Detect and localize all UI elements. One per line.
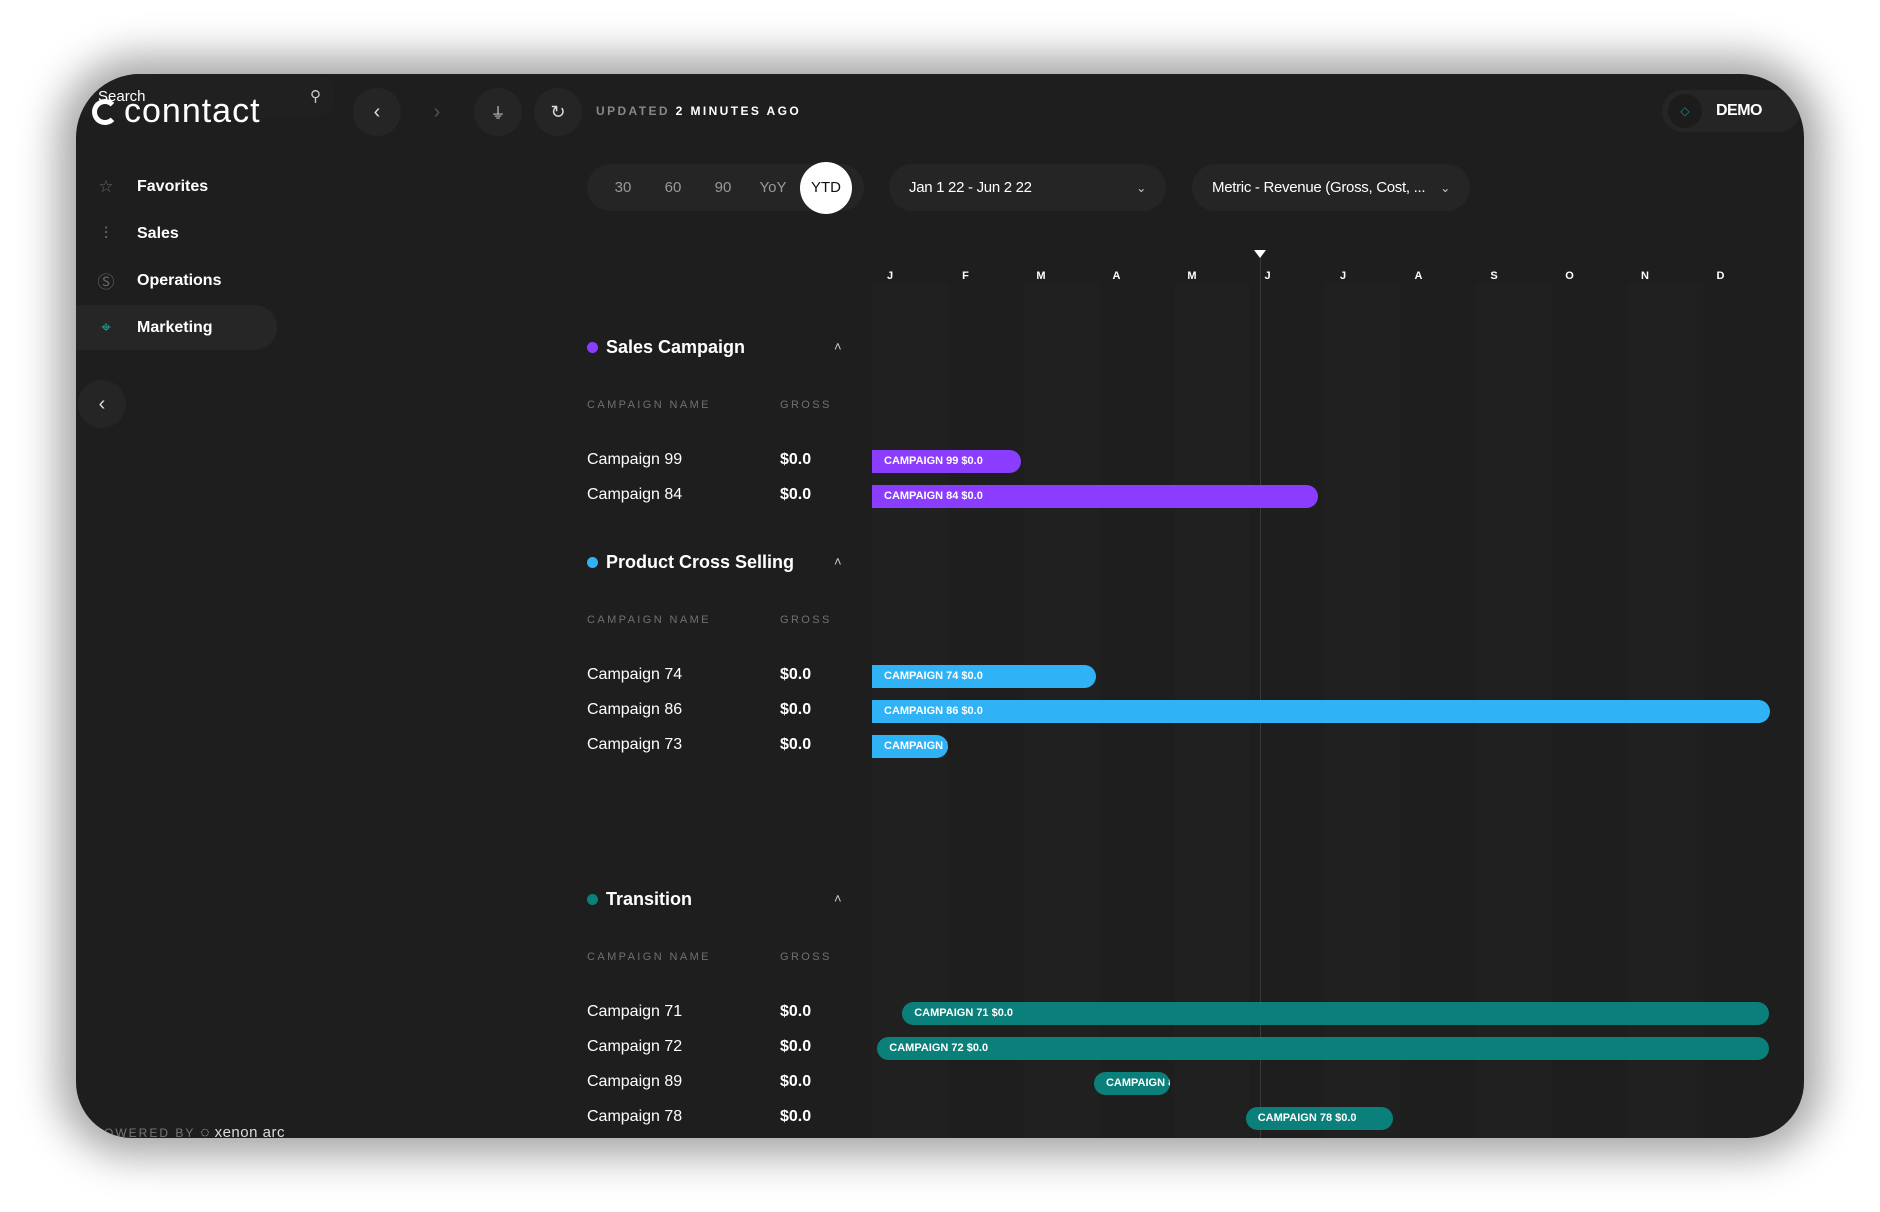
logo-mark-icon bbox=[92, 98, 118, 125]
month-label: N bbox=[1641, 270, 1649, 282]
month-label: J bbox=[1264, 270, 1271, 282]
campaign-bar[interactable]: CAMPAIGN 86 $0.0 bbox=[872, 700, 1771, 723]
logo-text: conntact bbox=[124, 92, 261, 130]
metric-value: Metric - Revenue (Gross, Cost, ... bbox=[1212, 179, 1426, 196]
campaign-name[interactable]: Campaign 86 bbox=[587, 701, 682, 719]
column-header-name: CAMPAIGN NAME bbox=[587, 614, 711, 626]
campaign-name[interactable]: Campaign 74 bbox=[587, 666, 682, 684]
campaign-name[interactable]: Campaign 73 bbox=[587, 736, 682, 754]
sidebar-item-label: Favorites bbox=[137, 177, 209, 195]
search-icon: ⚲ bbox=[310, 88, 321, 105]
chevron-down-icon: ⌄ bbox=[1440, 180, 1450, 195]
date-range-dropdown[interactable]: Jan 1 22 - Jun 2 22 ⌄ bbox=[889, 164, 1166, 211]
month-label: M bbox=[1187, 270, 1197, 282]
section-title: Transition bbox=[587, 889, 692, 910]
chevron-down-icon: ⌄ bbox=[1136, 180, 1146, 195]
campaign-bar[interactable]: CAMPAIGN 72 $0.0 bbox=[877, 1037, 1769, 1060]
column-header-gross: GROSS bbox=[780, 399, 832, 411]
date-range-value: Jan 1 22 - Jun 2 22 bbox=[909, 179, 1032, 196]
period-option-60[interactable]: 60 bbox=[648, 179, 698, 196]
target-icon: ⌖ bbox=[101, 317, 111, 337]
campaign-gross: $0.0 bbox=[780, 1073, 812, 1090]
sidebar-item-sales[interactable]: ⫶ Sales bbox=[76, 211, 277, 256]
logo: conntact bbox=[92, 92, 261, 131]
month-label: J bbox=[886, 270, 894, 282]
campaign-bar[interactable]: CAMPAIGN 71 $0.0 bbox=[902, 1002, 1769, 1025]
chevron-up-icon[interactable]: ˄ bbox=[834, 891, 842, 906]
filter-icon[interactable]: ⏚ bbox=[474, 88, 522, 136]
campaign-bar[interactable]: CAMPAIGN 84 $0.0 bbox=[872, 485, 1319, 508]
campaign-bar[interactable]: CAMPAIGN 89 $0.0 bbox=[1093, 1072, 1171, 1095]
campaign-gross: $0.0 bbox=[780, 451, 812, 468]
section-title-text: Transition bbox=[606, 889, 693, 909]
section-color-dot bbox=[587, 894, 598, 905]
month-label: D bbox=[1716, 270, 1725, 282]
metric-dropdown[interactable]: Metric - Revenue (Gross, Cost, ... ⌄ bbox=[1192, 164, 1470, 211]
sidebar-item-label: Sales bbox=[137, 224, 179, 242]
period-option-yoy[interactable]: YoY bbox=[748, 179, 798, 196]
campaign-name[interactable]: Campaign 72 bbox=[587, 1038, 682, 1056]
section-color-dot bbox=[587, 557, 598, 568]
forward-button[interactable]: › bbox=[413, 88, 461, 136]
section-title: Product Cross Selling bbox=[587, 552, 794, 573]
period-option-90[interactable]: 90 bbox=[698, 179, 748, 196]
period-selector: 30 60 90 YoY YTD bbox=[587, 161, 864, 214]
account-avatar: ◇ bbox=[1668, 94, 1702, 128]
campaign-name[interactable]: Campaign 84 bbox=[587, 486, 682, 504]
section-title-text: Sales Campaign bbox=[606, 337, 746, 357]
campaign-bar[interactable]: CAMPAIGN 74 $0.0 bbox=[872, 665, 1097, 688]
column-header-name: CAMPAIGN NAME bbox=[587, 399, 711, 411]
month-label: J bbox=[1339, 270, 1347, 282]
section-title-text: Product Cross Selling bbox=[606, 552, 795, 572]
campaign-name[interactable]: Campaign 78 bbox=[587, 1108, 682, 1126]
bar-chart-icon: ⫶ bbox=[103, 223, 109, 243]
month-label: F bbox=[962, 270, 969, 282]
sidebar-item-label: Marketing bbox=[137, 318, 213, 336]
account-name: DEMO bbox=[1716, 102, 1763, 119]
month-label: A bbox=[1414, 270, 1423, 282]
column-header-gross: GROSS bbox=[780, 614, 832, 626]
month-label: S bbox=[1490, 270, 1498, 282]
month-label: M bbox=[1036, 270, 1046, 282]
campaign-bar[interactable]: CAMPAIGN 73 $0.0 bbox=[872, 735, 948, 758]
column-header-name: CAMPAIGN NAME bbox=[587, 951, 711, 963]
campaign-gross: $0.0 bbox=[780, 701, 812, 718]
campaign-gross: $0.0 bbox=[780, 486, 812, 503]
month-label: A bbox=[1112, 270, 1121, 282]
month-label: O bbox=[1565, 270, 1574, 282]
today-marker-icon bbox=[1253, 250, 1266, 258]
campaign-gross: $0.0 bbox=[780, 1108, 812, 1125]
sidebar-item-label: Operations bbox=[137, 271, 222, 289]
collapse-sidebar-button[interactable]: ‹ bbox=[78, 380, 126, 428]
powered-by: POWERED BY ◌ xenon arc bbox=[94, 1124, 285, 1138]
campaign-bar[interactable]: CAMPAIGN 78 $0.0 bbox=[1245, 1107, 1393, 1130]
sidebar-item-operations[interactable]: Ⓢ Operations bbox=[76, 258, 277, 303]
chevron-up-icon[interactable]: ˄ bbox=[834, 339, 842, 354]
period-option-30[interactable]: 30 bbox=[598, 179, 648, 196]
star-icon: ☆ bbox=[98, 176, 114, 196]
sidebar-item-favorites[interactable]: ☆ Favorites bbox=[76, 164, 277, 209]
app-window: conntact ‹ › ⏚ ↻ UPDATED 2 MINUTES AGO ◇… bbox=[76, 74, 1804, 1138]
campaign-bar[interactable]: CAMPAIGN 99 $0.0 bbox=[872, 450, 1021, 473]
updated-status: UPDATED 2 MINUTES AGO bbox=[596, 104, 802, 118]
back-button[interactable]: ‹ bbox=[353, 88, 401, 136]
sidebar-item-marketing[interactable]: ⌖ Marketing bbox=[76, 305, 277, 350]
campaign-name[interactable]: Campaign 89 bbox=[587, 1073, 682, 1091]
campaign-gross: $0.0 bbox=[780, 666, 812, 683]
account-button[interactable]: ◇ DEMO bbox=[1662, 90, 1800, 132]
campaign-gross: $0.0 bbox=[780, 1003, 812, 1020]
dollar-circle-icon: Ⓢ bbox=[97, 273, 115, 292]
column-header-gross: GROSS bbox=[780, 951, 832, 963]
refresh-icon[interactable]: ↻ bbox=[534, 88, 582, 136]
campaign-gross: $0.0 bbox=[780, 736, 812, 753]
campaign-name[interactable]: Campaign 71 bbox=[587, 1003, 682, 1021]
campaign-name[interactable]: Campaign 99 bbox=[587, 451, 682, 469]
chevron-up-icon[interactable]: ˄ bbox=[834, 554, 842, 569]
period-option-ytd[interactable]: YTD bbox=[800, 161, 852, 214]
campaign-gross: $0.0 bbox=[780, 1038, 812, 1055]
section-color-dot bbox=[587, 342, 598, 353]
section-title: Sales Campaign bbox=[587, 337, 745, 358]
